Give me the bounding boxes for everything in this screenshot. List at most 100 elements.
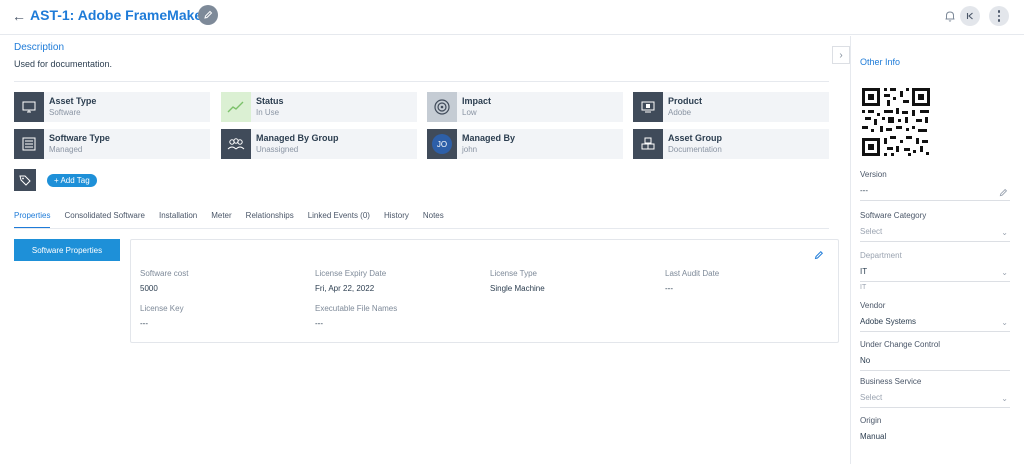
card-label: Impact — [462, 96, 492, 106]
field-executable-file-names: Executable File Names --- — [315, 304, 397, 329]
business-service-select[interactable]: Select ⌄ — [860, 393, 1010, 408]
list-icon — [14, 129, 44, 159]
sidebar-field-business-service: Business Service Select ⌄ — [860, 377, 1010, 408]
field-last-audit-date: Last Audit Date --- — [665, 269, 719, 294]
field-label: Software Category — [860, 211, 927, 220]
tab-notes[interactable]: Notes — [423, 209, 444, 229]
qr-code-icon — [860, 86, 932, 158]
chevron-right-icon: › — [839, 49, 843, 61]
card-managed-by[interactable]: JO Managed By john — [427, 129, 623, 159]
field-value: --- — [140, 319, 148, 328]
field-label: License Expiry Date — [315, 269, 387, 278]
tab-meter[interactable]: Meter — [211, 209, 231, 229]
chevron-down-icon: ⌄ — [1001, 228, 1008, 237]
card-managed-by-group[interactable]: Managed By Group Unassigned — [221, 129, 417, 159]
field-label: Vendor — [860, 301, 886, 310]
field-label: Version — [860, 170, 887, 179]
card-label: Asset Group — [668, 133, 723, 143]
pencil-icon — [204, 10, 213, 19]
tab-history[interactable]: History — [384, 209, 409, 229]
card-asset-group[interactable]: Asset Group Documentation — [633, 129, 829, 159]
pencil-icon[interactable] — [999, 188, 1008, 197]
back-arrow-icon[interactable]: ← — [12, 8, 26, 24]
field-label: Under Change Control — [860, 340, 941, 349]
description-text[interactable]: Used for documentation. — [14, 59, 112, 69]
card-asset-type[interactable]: Asset Type Software — [14, 92, 210, 122]
add-tag-button[interactable]: + Add Tag — [47, 174, 97, 187]
field-label: Software cost — [140, 269, 189, 278]
tab-installation[interactable]: Installation — [159, 209, 197, 229]
sidebar-field-origin: Origin Manual — [860, 416, 1010, 446]
product-icon — [633, 92, 663, 122]
tabs-divider — [14, 228, 829, 229]
avatar: JO — [432, 134, 452, 154]
card-product[interactable]: Product Adobe — [633, 92, 829, 122]
field-value: IT — [860, 267, 868, 276]
card-label: Managed By Group — [256, 133, 339, 143]
tab-linked-events[interactable]: Linked Events (0) — [308, 209, 370, 229]
divider — [14, 81, 829, 82]
card-status[interactable]: Status In Use — [221, 92, 417, 122]
field-value: Select — [860, 227, 883, 236]
card-value: john — [462, 145, 478, 154]
sidebar-toggle-button[interactable]: › — [832, 46, 850, 64]
field-value: --- — [860, 186, 868, 195]
card-label: Asset Type — [49, 96, 97, 106]
tab-properties[interactable]: Properties — [14, 209, 51, 229]
software-category-select[interactable]: Select ⌄ — [860, 227, 1010, 242]
field-label: Origin — [860, 416, 882, 425]
vendor-select[interactable]: Adobe Systems ⌄ — [860, 317, 1010, 332]
card-label: Status — [256, 96, 284, 106]
chevron-down-icon: ⌄ — [1001, 318, 1008, 327]
field-value: --- — [315, 319, 323, 328]
card-value: Unassigned — [256, 145, 299, 154]
card-value: Low — [462, 108, 477, 117]
version-value[interactable]: --- — [860, 186, 1010, 201]
field-subtext: IT — [860, 284, 867, 291]
field-value: Select — [860, 393, 883, 402]
field-license-expiry-date: License Expiry Date Fri, Apr 22, 2022 — [315, 269, 386, 294]
sidebar-field-version: Version --- — [860, 170, 1010, 201]
more-options-button[interactable] — [989, 6, 1009, 26]
field-value: Single Machine — [490, 284, 545, 293]
edit-title-button[interactable] — [198, 5, 218, 25]
chevron-down-icon: ⌄ — [1001, 268, 1008, 277]
card-value: Adobe — [668, 108, 692, 117]
target-icon — [427, 92, 457, 122]
under-change-control-value[interactable]: No — [860, 356, 1010, 371]
department-select[interactable]: IT ⌄ — [860, 267, 1010, 282]
field-value: Adobe Systems — [860, 317, 917, 326]
field-value: Manual — [860, 432, 887, 441]
sidebar-title: Other Info — [860, 57, 901, 67]
field-value: No — [860, 356, 871, 365]
tab-consolidated-software[interactable]: Consolidated Software — [64, 209, 145, 229]
bell-icon[interactable] — [943, 9, 957, 23]
field-software-cost: Software cost 5000 — [140, 269, 188, 294]
monitor-icon — [14, 92, 44, 122]
chevron-down-icon: ⌄ — [1001, 394, 1008, 403]
user-avatar-container: JO — [427, 129, 457, 159]
more-icon — [997, 9, 1001, 23]
sidebar-field-under-change-control: Under Change Control No — [860, 340, 1010, 371]
card-value: In Use — [256, 108, 280, 117]
collapse-panel-button[interactable] — [960, 6, 980, 26]
field-label: Business Service — [860, 377, 922, 386]
sidebar-field-software-category: Software Category Select ⌄ — [860, 211, 1010, 242]
field-value: --- — [665, 284, 673, 293]
card-label: Managed By — [462, 133, 516, 143]
field-label: Last Audit Date — [665, 269, 720, 278]
field-license-key: License Key --- — [140, 304, 184, 329]
software-properties-button[interactable]: Software Properties — [14, 239, 120, 261]
card-value: Documentation — [668, 145, 722, 154]
pencil-icon[interactable] — [814, 250, 824, 260]
field-label: Department — [860, 251, 902, 260]
tab-relationships[interactable]: Relationships — [246, 209, 294, 229]
group-icon — [221, 129, 251, 159]
tab-bar: Properties Consolidated Software Install… — [14, 209, 458, 229]
field-label: License Type — [490, 269, 537, 278]
card-software-type[interactable]: Software Type Managed — [14, 129, 210, 159]
page-header: ← AST-1: Adobe FrameMaker — [0, 0, 1024, 35]
card-impact[interactable]: Impact Low — [427, 92, 623, 122]
origin-value: Manual — [860, 432, 1010, 446]
properties-panel — [130, 239, 839, 343]
